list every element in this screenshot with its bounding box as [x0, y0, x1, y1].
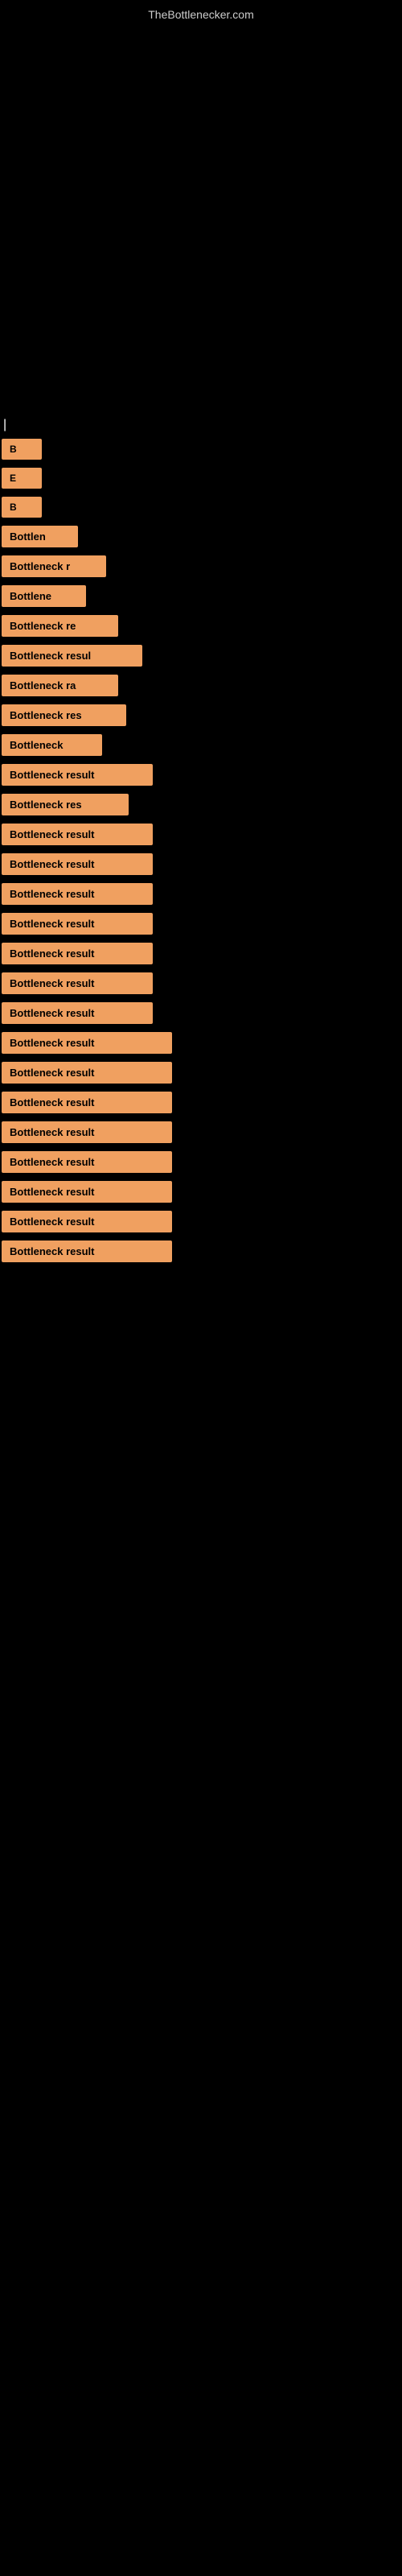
result-row: Bottleneck result: [2, 943, 400, 964]
result-row: Bottleneck result: [2, 1241, 400, 1262]
bottleneck-result-badge[interactable]: Bottleneck re: [2, 615, 118, 637]
bottleneck-result-badge[interactable]: Bottlene: [2, 585, 86, 607]
result-row: Bottleneck result: [2, 883, 400, 905]
bottleneck-result-badge[interactable]: Bottleneck res: [2, 794, 129, 815]
bottleneck-result-badge[interactable]: Bottleneck result: [2, 764, 153, 786]
bottleneck-result-badge[interactable]: Bottleneck result: [2, 824, 153, 845]
bottleneck-result-badge[interactable]: Bottleneck result: [2, 853, 153, 875]
bottleneck-result-badge[interactable]: Bottleneck result: [2, 913, 153, 935]
result-row: Bottleneck result: [2, 1211, 400, 1232]
bottleneck-result-badge[interactable]: Bottleneck result: [2, 1241, 172, 1262]
result-row: Bottleneck res: [2, 704, 400, 726]
bottleneck-result-badge[interactable]: Bottleneck res: [2, 704, 126, 726]
results-list: BEB Bottlen Bottleneck r Bottlene Bottleneck…: [0, 439, 402, 1262]
result-row: Bottleneck re: [2, 615, 400, 637]
bottleneck-result-badge[interactable]: Bottleneck result: [2, 972, 153, 994]
bottleneck-result-badge[interactable]: Bottleneck result: [2, 1092, 172, 1113]
bottleneck-result-badge[interactable]: Bottleneck r: [2, 555, 106, 577]
result-row: E: [2, 468, 400, 489]
bottleneck-result-badge[interactable]: Bottleneck resul: [2, 645, 142, 667]
bottleneck-result-badge[interactable]: Bottleneck result: [2, 1002, 153, 1024]
result-row: Bottleneck result: [2, 972, 400, 994]
result-row: B: [2, 497, 400, 518]
result-row: Bottleneck result: [2, 913, 400, 935]
result-row: Bottlen: [2, 526, 400, 547]
result-row: Bottleneck result: [2, 1032, 400, 1054]
result-row: Bottleneck result: [2, 1181, 400, 1203]
result-row: Bottleneck result: [2, 1062, 400, 1084]
result-row: Bottleneck result: [2, 1092, 400, 1113]
site-title: TheBottlenecker.com: [148, 8, 254, 21]
bottleneck-result-badge[interactable]: Bottleneck result: [2, 1032, 172, 1054]
bottleneck-result-badge[interactable]: Bottleneck result: [2, 883, 153, 905]
result-row: Bottleneck result: [2, 1002, 400, 1024]
result-row: Bottleneck result: [2, 1151, 400, 1173]
result-row: Bottleneck: [2, 734, 400, 756]
result-row: B: [2, 439, 400, 460]
bottleneck-result-badge[interactable]: Bottleneck: [2, 734, 102, 756]
site-header: TheBottlenecker.com: [0, 0, 402, 25]
bottleneck-result-badge[interactable]: Bottleneck result: [2, 1062, 172, 1084]
bottleneck-result-badge[interactable]: Bottleneck result: [2, 1181, 172, 1203]
bottleneck-result-badge[interactable]: B: [2, 439, 42, 460]
bottleneck-result-badge[interactable]: Bottleneck result: [2, 1121, 172, 1143]
bottleneck-result-badge[interactable]: B: [2, 497, 42, 518]
bottleneck-result-badge[interactable]: Bottleneck result: [2, 943, 153, 964]
result-row: Bottleneck ra: [2, 675, 400, 696]
section-label: |: [0, 411, 402, 439]
result-row: Bottleneck result: [2, 764, 400, 786]
result-row: Bottleneck res: [2, 794, 400, 815]
result-row: Bottleneck result: [2, 1121, 400, 1143]
bottleneck-result-badge[interactable]: Bottleneck ra: [2, 675, 118, 696]
bottleneck-result-badge[interactable]: E: [2, 468, 42, 489]
result-row: Bottleneck result: [2, 824, 400, 845]
chart-area: [0, 25, 402, 411]
result-row: Bottleneck result: [2, 853, 400, 875]
result-row: Bottleneck resul: [2, 645, 400, 667]
bottleneck-result-badge[interactable]: Bottleneck result: [2, 1211, 172, 1232]
bottleneck-result-badge[interactable]: Bottleneck result: [2, 1151, 172, 1173]
result-row: Bottlene: [2, 585, 400, 607]
result-row: Bottleneck r: [2, 555, 400, 577]
bottleneck-result-badge[interactable]: Bottlen: [2, 526, 78, 547]
